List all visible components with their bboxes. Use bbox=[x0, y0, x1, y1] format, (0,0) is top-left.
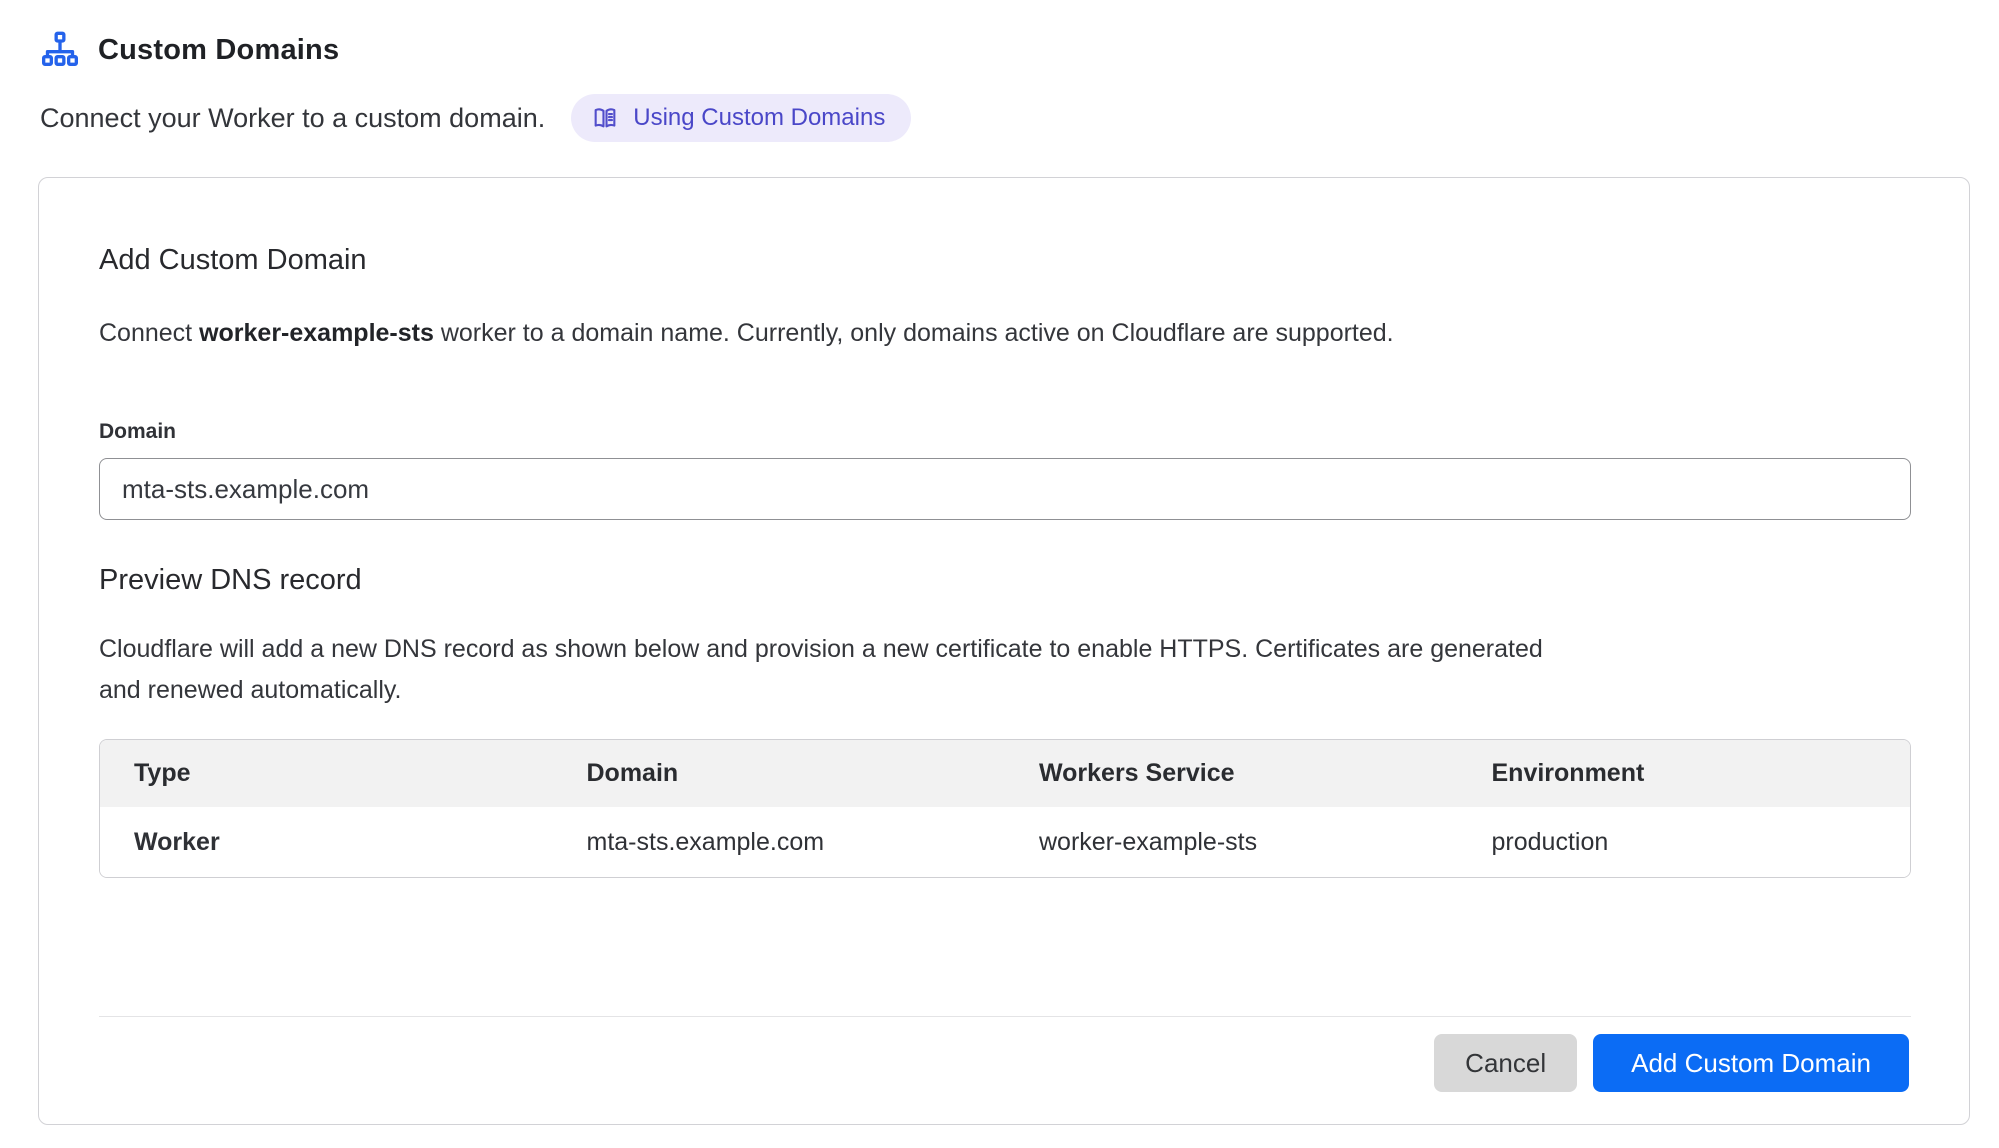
preview-dns-description: Cloudflare will add a new DNS record as … bbox=[99, 629, 1549, 711]
open-book-icon bbox=[591, 104, 619, 132]
column-header-environment: Environment bbox=[1458, 759, 1911, 788]
domain-field-label: Domain bbox=[99, 420, 1909, 444]
page-subtitle: Connect your Worker to a custom domain. bbox=[40, 103, 545, 134]
card-intro-text: Connect worker-example-sts worker to a d… bbox=[99, 319, 1909, 348]
cell-domain: mta-sts.example.com bbox=[553, 828, 1006, 857]
preview-dns-heading: Preview DNS record bbox=[99, 564, 1909, 597]
custom-domains-page: Custom Domains Connect your Worker to a … bbox=[0, 0, 1999, 1125]
column-header-workers-service: Workers Service bbox=[1005, 759, 1458, 788]
table-row: Worker mta-sts.example.com worker-exampl… bbox=[100, 807, 1910, 877]
cell-environment: production bbox=[1458, 828, 1911, 857]
domain-input[interactable] bbox=[99, 458, 1911, 520]
table-header-row: Type Domain Workers Service Environment bbox=[100, 740, 1910, 807]
intro-prefix: Connect bbox=[99, 319, 199, 347]
docs-link-badge[interactable]: Using Custom Domains bbox=[571, 94, 911, 142]
page-subheader: Connect your Worker to a custom domain. … bbox=[40, 94, 1961, 142]
page-header: Custom Domains bbox=[40, 30, 1961, 70]
add-custom-domain-button[interactable]: Add Custom Domain bbox=[1593, 1034, 1909, 1092]
footer-divider bbox=[99, 1016, 1911, 1017]
cancel-button[interactable]: Cancel bbox=[1434, 1034, 1577, 1092]
card-heading: Add Custom Domain bbox=[99, 244, 1909, 277]
page-title: Custom Domains bbox=[98, 34, 339, 67]
card-actions: Cancel Add Custom Domain bbox=[99, 1034, 1909, 1092]
add-custom-domain-card: Add Custom Domain Connect worker-example… bbox=[38, 177, 1970, 1125]
intro-suffix: worker to a domain name. Currently, only… bbox=[434, 319, 1394, 347]
column-header-type: Type bbox=[100, 759, 553, 788]
cell-workers-service: worker-example-sts bbox=[1005, 828, 1458, 857]
docs-link-label[interactable]: Using Custom Domains bbox=[633, 104, 885, 132]
worker-name: worker-example-sts bbox=[199, 319, 434, 347]
cell-type: Worker bbox=[100, 828, 553, 857]
column-header-domain: Domain bbox=[553, 759, 1006, 788]
dns-preview-table: Type Domain Workers Service Environment … bbox=[99, 739, 1911, 878]
sitemap-icon bbox=[40, 30, 80, 70]
